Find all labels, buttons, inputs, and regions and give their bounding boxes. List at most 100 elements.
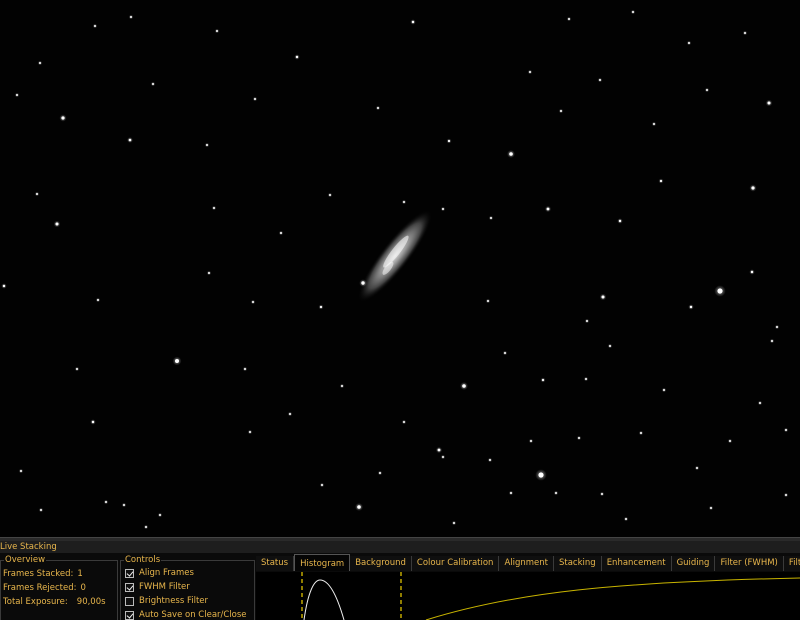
star	[16, 94, 18, 96]
star	[91, 420, 95, 424]
star	[216, 30, 218, 32]
star	[560, 110, 562, 112]
histogram-plot[interactable]	[256, 572, 800, 620]
tab-filter-brightness[interactable]: Filter (Brightness	[783, 556, 800, 571]
checkbox-box[interactable]	[125, 596, 134, 606]
star	[206, 144, 208, 146]
star	[785, 429, 787, 431]
star	[599, 79, 601, 81]
star	[20, 470, 22, 472]
checkbox-box[interactable]	[125, 610, 134, 620]
tab-alignment[interactable]: Alignment	[499, 556, 554, 571]
tab-status[interactable]: Status	[256, 556, 295, 571]
tab-filter-fwhm[interactable]: Filter (FWHM)	[715, 556, 784, 571]
star	[105, 501, 107, 503]
live-stack-image[interactable]	[0, 0, 800, 537]
star	[785, 494, 787, 496]
star	[152, 83, 154, 85]
star	[130, 16, 132, 18]
star	[213, 207, 215, 209]
star	[97, 299, 99, 301]
star	[541, 378, 545, 382]
frames-rejected-label: Frames Rejected:	[3, 583, 77, 593]
fwhm-filter-checkbox[interactable]: FWHM Filter	[125, 582, 190, 592]
star	[447, 139, 451, 143]
star	[280, 232, 282, 234]
star	[578, 437, 580, 439]
star	[489, 459, 491, 461]
star	[379, 472, 381, 474]
star	[208, 272, 210, 274]
star	[341, 385, 343, 387]
star	[710, 507, 712, 509]
star	[244, 368, 246, 370]
star	[128, 138, 132, 142]
tab-colour-calibration[interactable]: Colour Calibration	[411, 556, 500, 571]
star	[744, 32, 746, 34]
star	[529, 71, 531, 73]
star	[329, 194, 331, 196]
tab-histogram[interactable]: Histogram	[294, 554, 351, 571]
star	[632, 11, 634, 13]
checkbox-label: Auto Save on Clear/Close	[139, 610, 247, 620]
star	[442, 208, 444, 210]
total-exposure-row: Total Exposure: 90,00s	[3, 597, 106, 607]
auto-save-checkbox[interactable]: Auto Save on Clear/Close	[125, 610, 247, 620]
tab-bar: Status Histogram Background Colour Calib…	[256, 554, 800, 572]
star	[659, 179, 663, 183]
star	[61, 116, 65, 120]
star	[403, 201, 405, 203]
align-frames-checkbox[interactable]: Align Frames	[125, 568, 194, 578]
star	[530, 440, 532, 442]
tab-enhancement[interactable]: Enhancement	[601, 556, 672, 571]
controls-label: Controls	[124, 555, 162, 565]
star	[601, 493, 603, 495]
checkbox-label: FWHM Filter	[139, 582, 190, 592]
star	[462, 384, 466, 388]
star	[663, 389, 665, 391]
tab-guiding[interactable]: Guiding	[671, 556, 716, 571]
star	[55, 222, 59, 226]
checkbox-box[interactable]	[125, 568, 134, 578]
star	[729, 440, 731, 442]
star	[361, 281, 365, 285]
tab-background[interactable]: Background	[350, 556, 412, 571]
frames-stacked-row: Frames Stacked: 1	[3, 569, 83, 579]
star	[601, 295, 605, 299]
star	[555, 492, 557, 494]
star	[640, 432, 642, 434]
star	[321, 484, 323, 486]
frames-stacked-value: 1	[77, 569, 83, 579]
star	[76, 368, 78, 370]
star	[776, 326, 778, 328]
star	[40, 509, 42, 511]
star	[751, 186, 755, 190]
checkbox-label: Align Frames	[139, 568, 194, 578]
star	[490, 217, 492, 219]
star	[252, 301, 254, 303]
frames-rejected-row: Frames Rejected: 0	[3, 583, 86, 593]
star	[254, 98, 256, 100]
star	[689, 305, 693, 309]
star	[437, 448, 441, 452]
star	[625, 518, 627, 520]
frames-stacked-label: Frames Stacked:	[3, 569, 74, 579]
star	[36, 193, 38, 195]
tab-stacking[interactable]: Stacking	[554, 556, 602, 571]
star	[289, 413, 291, 415]
brightness-filter-checkbox[interactable]: Brightness Filter	[125, 596, 208, 606]
star	[759, 402, 761, 404]
total-exposure-label: Total Exposure:	[3, 597, 68, 607]
star	[123, 504, 125, 506]
star	[618, 219, 622, 223]
star	[377, 107, 379, 109]
star	[509, 152, 513, 156]
checkbox-box[interactable]	[125, 582, 134, 592]
star	[767, 101, 771, 105]
frames-rejected-value: 0	[80, 583, 86, 593]
star	[453, 522, 455, 524]
star	[771, 340, 773, 342]
star	[609, 345, 611, 347]
star	[586, 320, 588, 322]
star	[706, 89, 708, 91]
